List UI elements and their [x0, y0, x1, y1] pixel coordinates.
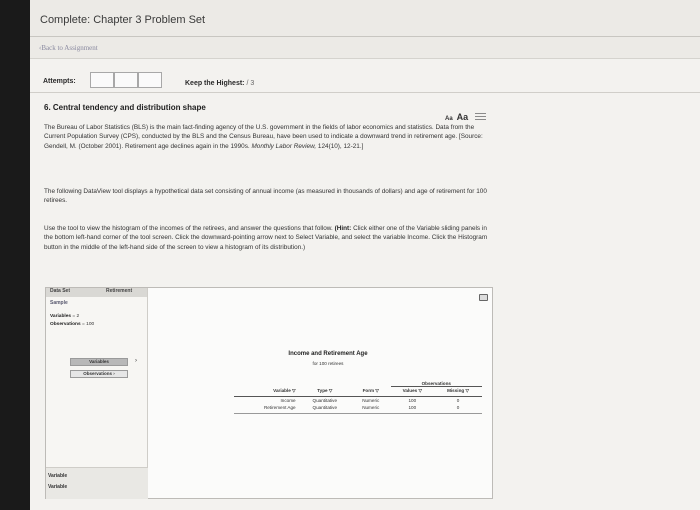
observations-count-value: = 100 [82, 322, 95, 327]
table-header-row: Variable ▽ Type ▽ Form ▽ Values ▽ Missin… [234, 386, 482, 397]
table-row[interactable]: Income Quantitative Numeric 100 0 [234, 397, 482, 405]
col-type[interactable]: Type ▽ [298, 386, 351, 397]
paragraph-3-hint: (Hint: [334, 225, 352, 232]
increase-font-button[interactable]: Aa [457, 112, 469, 122]
attempt-slot-3 [138, 72, 162, 88]
dataview-tool: Data Set Retirement Sample Variables = 2… [45, 287, 493, 499]
cell-variable: Income [280, 398, 296, 403]
variables-button[interactable]: Variables [70, 358, 128, 366]
sample-label: Sample [50, 300, 68, 306]
variables-arrow-icon[interactable]: › [135, 358, 137, 364]
cell-values: 100 [408, 398, 417, 403]
back-link-label: Back to Assignment [41, 44, 98, 52]
cell-missing: 0 [456, 398, 460, 403]
keep-highest: Keep the Highest: / 3 [185, 80, 254, 87]
question-card: Attempts: Keep the Highest: / 3 6. Centr… [30, 58, 700, 510]
variable-panel-1[interactable]: Variable [48, 473, 67, 479]
paragraph-1-citation: 124(10), 12-21.] [317, 142, 364, 150]
variable-panels: Variable Variable [46, 467, 148, 499]
dataview-window-icon[interactable] [479, 294, 488, 301]
variable-panel-2[interactable]: Variable [48, 484, 67, 490]
attempt-slot-1 [90, 72, 114, 88]
page-title: Complete: Chapter 3 Problem Set [40, 14, 206, 26]
attempts-label: Attempts: [43, 78, 76, 85]
question-paragraph-2: The following DataView tool displays a h… [44, 188, 487, 205]
cell-variable: Retirement Age [234, 404, 299, 414]
tab-retirement[interactable]: Retirement [106, 288, 132, 294]
observations-count-label: Observations [50, 322, 81, 327]
paragraph-1-journal: Monthly Labor Review, [251, 142, 317, 150]
col-missing[interactable]: Missing ▽ [434, 386, 482, 397]
col-variable[interactable]: Variable ▽ [234, 386, 299, 397]
question-paragraph-3: Use the tool to view the histogram of th… [44, 224, 496, 252]
variables-count: Variables = 2 [50, 314, 79, 319]
cell-type: Quantitative [298, 404, 351, 414]
attempts-divider [30, 92, 700, 93]
cell-form: Numeric [350, 404, 391, 414]
question-title: 6. Central tendency and distribution sha… [44, 103, 206, 112]
attempt-slot-2 [114, 72, 138, 88]
question-paragraph-1: The Bureau of Labor Statistics (BLS) is … [44, 123, 496, 151]
keep-highest-label: Keep the Highest: [185, 80, 245, 87]
observations-button-label: Observations [83, 371, 112, 376]
cell-values: 100 [390, 404, 435, 414]
dataset-subtitle: for 100 retirees [312, 361, 344, 366]
cell-type: Quantitative [312, 398, 338, 403]
observations-button[interactable]: Observations › [70, 370, 128, 378]
dataview-header: Data Set Retirement [46, 288, 147, 297]
col-values[interactable]: Values ▽ [390, 386, 435, 397]
variables-count-label: Variables [50, 314, 72, 319]
variables-table: Observations Variable ▽ Type ▽ Form ▽ Va… [234, 380, 482, 414]
decrease-font-button[interactable]: Aa [445, 116, 453, 122]
table-row[interactable]: Retirement Age Quantitative Numeric 100 … [234, 404, 482, 414]
dataview-left-panel: Data Set Retirement Sample Variables = 2… [46, 288, 148, 499]
dataset-title: Income and Retirement Age [288, 351, 368, 357]
variables-count-value: = 2 [72, 314, 80, 319]
title-divider [30, 36, 700, 37]
cell-missing: 0 [434, 404, 482, 414]
observations-count: Observations = 100 [50, 322, 94, 327]
paragraph-3-text: Use the tool to view the histogram of th… [44, 225, 333, 232]
cell-form: Numeric [362, 398, 380, 403]
tab-data-set[interactable]: Data Set [50, 288, 70, 294]
keep-highest-score: / 3 [246, 80, 255, 87]
menu-icon[interactable] [475, 113, 487, 122]
back-to-assignment-link[interactable]: ‹Back to Assignment [39, 44, 98, 52]
browser-screen: Complete: Chapter 3 Problem Set ‹Back to… [30, 0, 700, 510]
col-form[interactable]: Form ▽ [350, 386, 391, 397]
font-size-controls: Aa Aa [445, 112, 487, 122]
observations-arrow-icon: › [113, 371, 115, 376]
